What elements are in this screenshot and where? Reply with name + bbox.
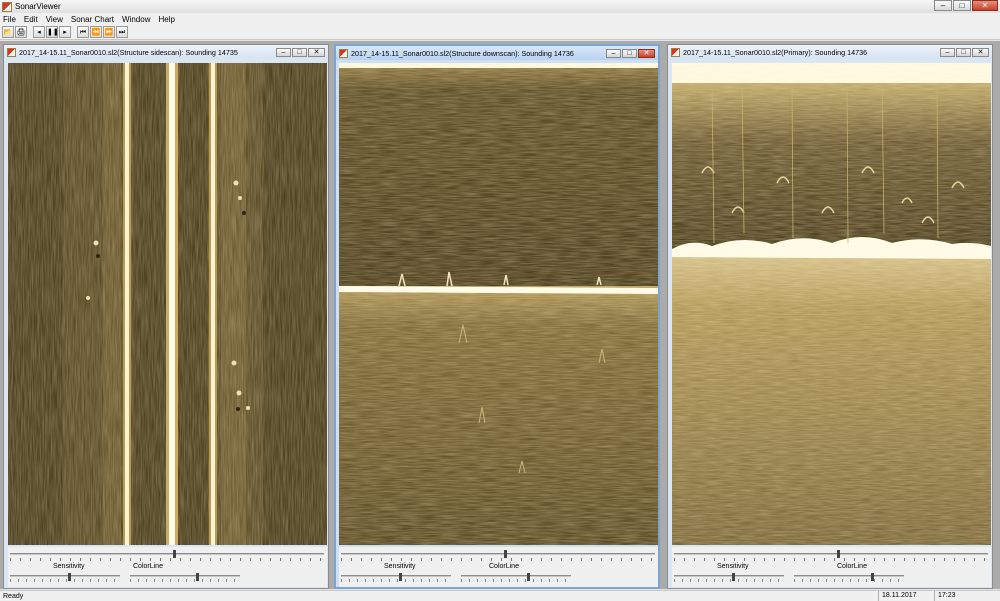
open-button[interactable]: 📂 xyxy=(2,26,14,38)
window-title: 2017_14-15.11_Sonar0010.sl2(Structure si… xyxy=(19,47,238,57)
colorline-label: ColorLine xyxy=(489,563,519,570)
print-button[interactable]: 🖨 xyxy=(15,26,27,38)
menubar: File Edit View Sonar Chart Window Help xyxy=(0,13,1000,25)
window-controls: – □ ✕ xyxy=(934,0,998,11)
app-icon xyxy=(2,1,12,12)
slider-ticks xyxy=(10,558,324,561)
sonar-window-icon xyxy=(339,48,348,58)
close-button[interactable]: ✕ xyxy=(972,47,989,57)
window-titlebar[interactable]: 2017_14-15.11_Sonar0010.sl2(Structure do… xyxy=(336,46,658,60)
slider-track xyxy=(10,553,324,555)
close-button[interactable]: ✕ xyxy=(638,48,655,58)
step-back-button[interactable]: ◂ xyxy=(33,26,45,38)
sensitivity-slider[interactable] xyxy=(341,573,451,583)
slider-track xyxy=(674,553,988,555)
menu-sonar-chart[interactable]: Sonar Chart xyxy=(71,15,114,24)
window-buttons: – □ ✕ xyxy=(940,47,989,57)
menu-edit[interactable]: Edit xyxy=(24,15,38,24)
minimize-button[interactable]: – xyxy=(934,0,952,11)
window-buttons: – □ ✕ xyxy=(606,48,655,58)
maximize-button[interactable]: □ xyxy=(292,47,307,57)
slider-track xyxy=(461,575,571,577)
sensitivity-label: Sensitivity xyxy=(384,563,416,570)
window-buttons: – □ ✕ xyxy=(276,47,325,57)
slider-track xyxy=(130,575,240,577)
slider-thumb[interactable] xyxy=(173,550,177,558)
window-titlebar[interactable]: 2017_14-15.11_Sonar0010.sl2(Primary): So… xyxy=(668,45,992,59)
slider-ticks xyxy=(130,579,240,582)
menu-view[interactable]: View xyxy=(46,15,63,24)
sensitivity-label: Sensitivity xyxy=(717,563,749,570)
slider-track xyxy=(794,575,904,577)
skip-end-button[interactable]: ⏭ xyxy=(116,26,128,38)
colorline-label: ColorLine xyxy=(837,563,867,570)
slider-ticks xyxy=(341,579,451,582)
slider-ticks xyxy=(461,579,571,582)
app-titlebar: SonarViewer – □ ✕ xyxy=(0,0,1000,13)
rewind-button[interactable]: ⏪ xyxy=(90,26,102,38)
status-time: 17:23 xyxy=(934,591,1000,601)
sonar-chart-primary[interactable] xyxy=(672,63,991,545)
position-slider[interactable] xyxy=(10,550,324,561)
play-button[interactable]: ▸ xyxy=(59,26,71,38)
slider-ticks xyxy=(674,579,784,582)
sonar-window-downscan[interactable]: 2017_14-15.11_Sonar0010.sl2(Structure do… xyxy=(334,44,660,589)
toolbar-separator xyxy=(72,26,76,38)
slider-ticks xyxy=(674,558,988,561)
slider-track xyxy=(341,553,655,555)
minimize-button[interactable]: – xyxy=(940,47,955,57)
sonar-controls: Sensitivity ColorLine xyxy=(339,547,658,587)
toolbar-separator xyxy=(28,26,32,38)
slider-thumb[interactable] xyxy=(837,550,841,558)
toolbar: 📂 🖨 ◂ ❚❚ ▸ ⏮ ⏪ ⏩ ⏭ xyxy=(0,25,1000,40)
sonar-window-icon xyxy=(671,47,680,57)
slider-ticks xyxy=(794,579,904,582)
minimize-button[interactable]: – xyxy=(606,48,621,58)
position-slider[interactable] xyxy=(674,550,988,561)
slider-ticks xyxy=(10,579,120,582)
menu-window[interactable]: Window xyxy=(122,15,150,24)
close-button[interactable]: ✕ xyxy=(972,0,998,11)
menu-help[interactable]: Help xyxy=(158,15,174,24)
maximize-button[interactable]: □ xyxy=(622,48,637,58)
sonar-chart-sidescan[interactable] xyxy=(8,63,327,545)
menu-file[interactable]: File xyxy=(3,15,16,24)
sonar-window-icon xyxy=(7,47,16,57)
pause-button[interactable]: ❚❚ xyxy=(46,26,59,38)
colorline-slider[interactable] xyxy=(794,573,904,583)
slider-track xyxy=(341,575,451,577)
maximize-button[interactable]: □ xyxy=(953,0,971,11)
slider-ticks xyxy=(341,558,655,561)
position-slider[interactable] xyxy=(341,550,655,561)
fast-forward-button[interactable]: ⏩ xyxy=(103,26,115,38)
slider-track xyxy=(10,575,120,577)
sonar-controls: Sensitivity ColorLine xyxy=(8,547,327,587)
sonar-controls: Sensitivity ColorLine xyxy=(672,547,991,587)
slider-track xyxy=(674,575,784,577)
mdi-workspace: 2017_14-15.11_Sonar0010.sl2(Structure si… xyxy=(0,41,1000,589)
sensitivity-slider[interactable] xyxy=(10,573,120,583)
colorline-slider[interactable] xyxy=(461,573,571,583)
sensitivity-label: Sensitivity xyxy=(53,563,85,570)
maximize-button[interactable]: □ xyxy=(956,47,971,57)
minimize-button[interactable]: – xyxy=(276,47,291,57)
status-date: 18.11.2017 xyxy=(878,591,934,601)
window-title: 2017_14-15.11_Sonar0010.sl2(Primary): So… xyxy=(683,47,868,57)
sonar-chart-downscan[interactable] xyxy=(339,63,658,545)
colorline-label: ColorLine xyxy=(133,563,163,570)
close-button[interactable]: ✕ xyxy=(308,47,325,57)
sonarviewer-app: SonarViewer – □ ✕ File Edit View Sonar C… xyxy=(0,0,1000,601)
statusbar: Ready 18.11.2017 17:23 xyxy=(0,590,1000,601)
status-text: Ready xyxy=(3,592,24,600)
sonar-window-primary[interactable]: 2017_14-15.11_Sonar0010.sl2(Primary): So… xyxy=(667,44,993,589)
window-titlebar[interactable]: 2017_14-15.11_Sonar0010.sl2(Structure si… xyxy=(4,45,328,59)
app-title: SonarViewer xyxy=(15,2,61,11)
sensitivity-slider[interactable] xyxy=(674,573,784,583)
window-title: 2017_14-15.11_Sonar0010.sl2(Structure do… xyxy=(351,48,574,58)
colorline-slider[interactable] xyxy=(130,573,240,583)
sonar-window-sidescan[interactable]: 2017_14-15.11_Sonar0010.sl2(Structure si… xyxy=(3,44,329,589)
slider-thumb[interactable] xyxy=(504,550,508,558)
skip-start-button[interactable]: ⏮ xyxy=(77,26,89,38)
